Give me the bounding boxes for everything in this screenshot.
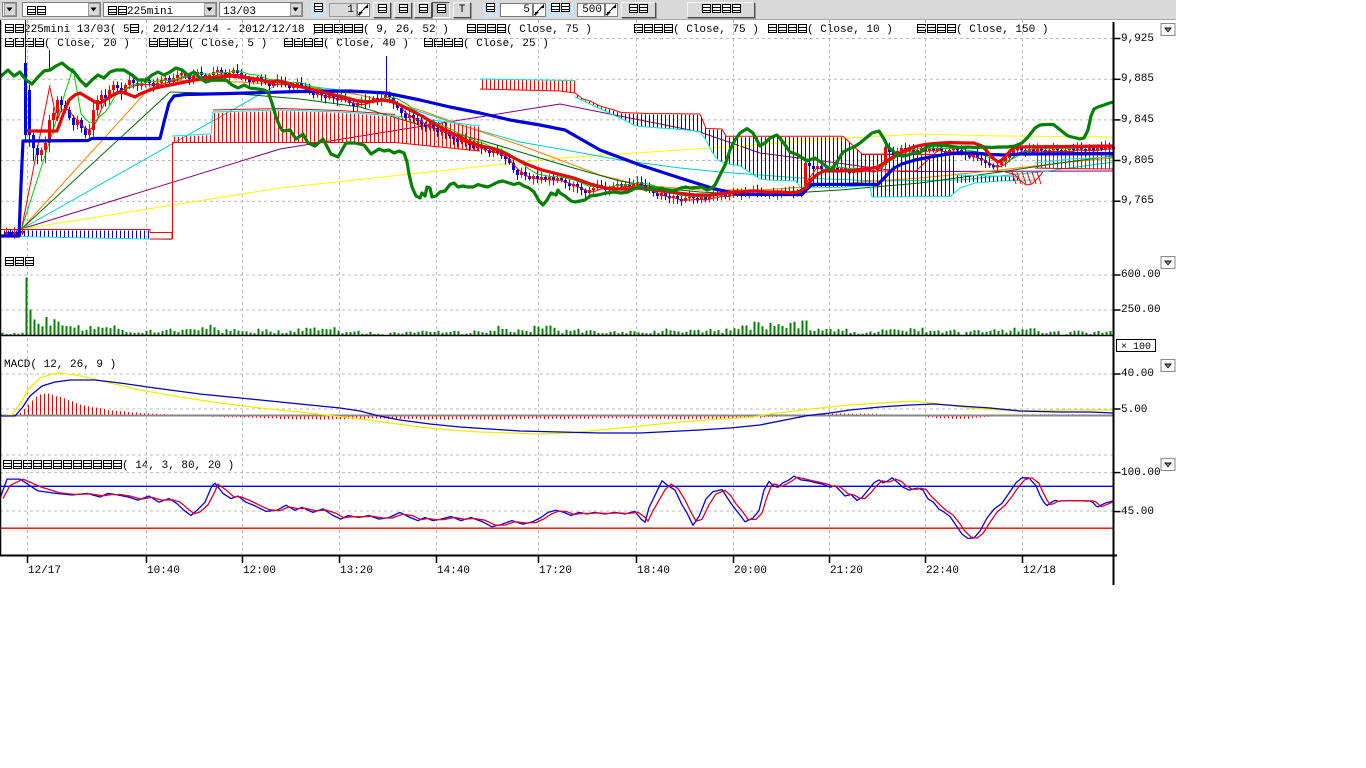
svg-text:× 100: × 100 <box>1121 342 1151 353</box>
